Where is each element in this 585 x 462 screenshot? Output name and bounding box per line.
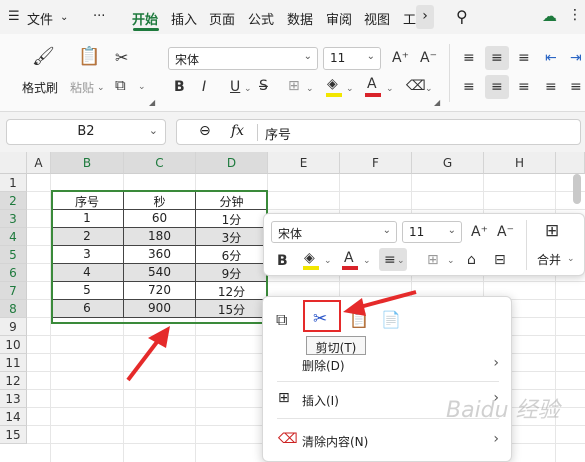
watermark-text: Baidu 经验 [446,398,560,423]
annotation-arrow-left [126,336,162,382]
annotation-arrow-right [359,290,417,309]
annotation-arrowhead-right [343,298,366,316]
annotation-arrowhead-left [148,326,170,348]
